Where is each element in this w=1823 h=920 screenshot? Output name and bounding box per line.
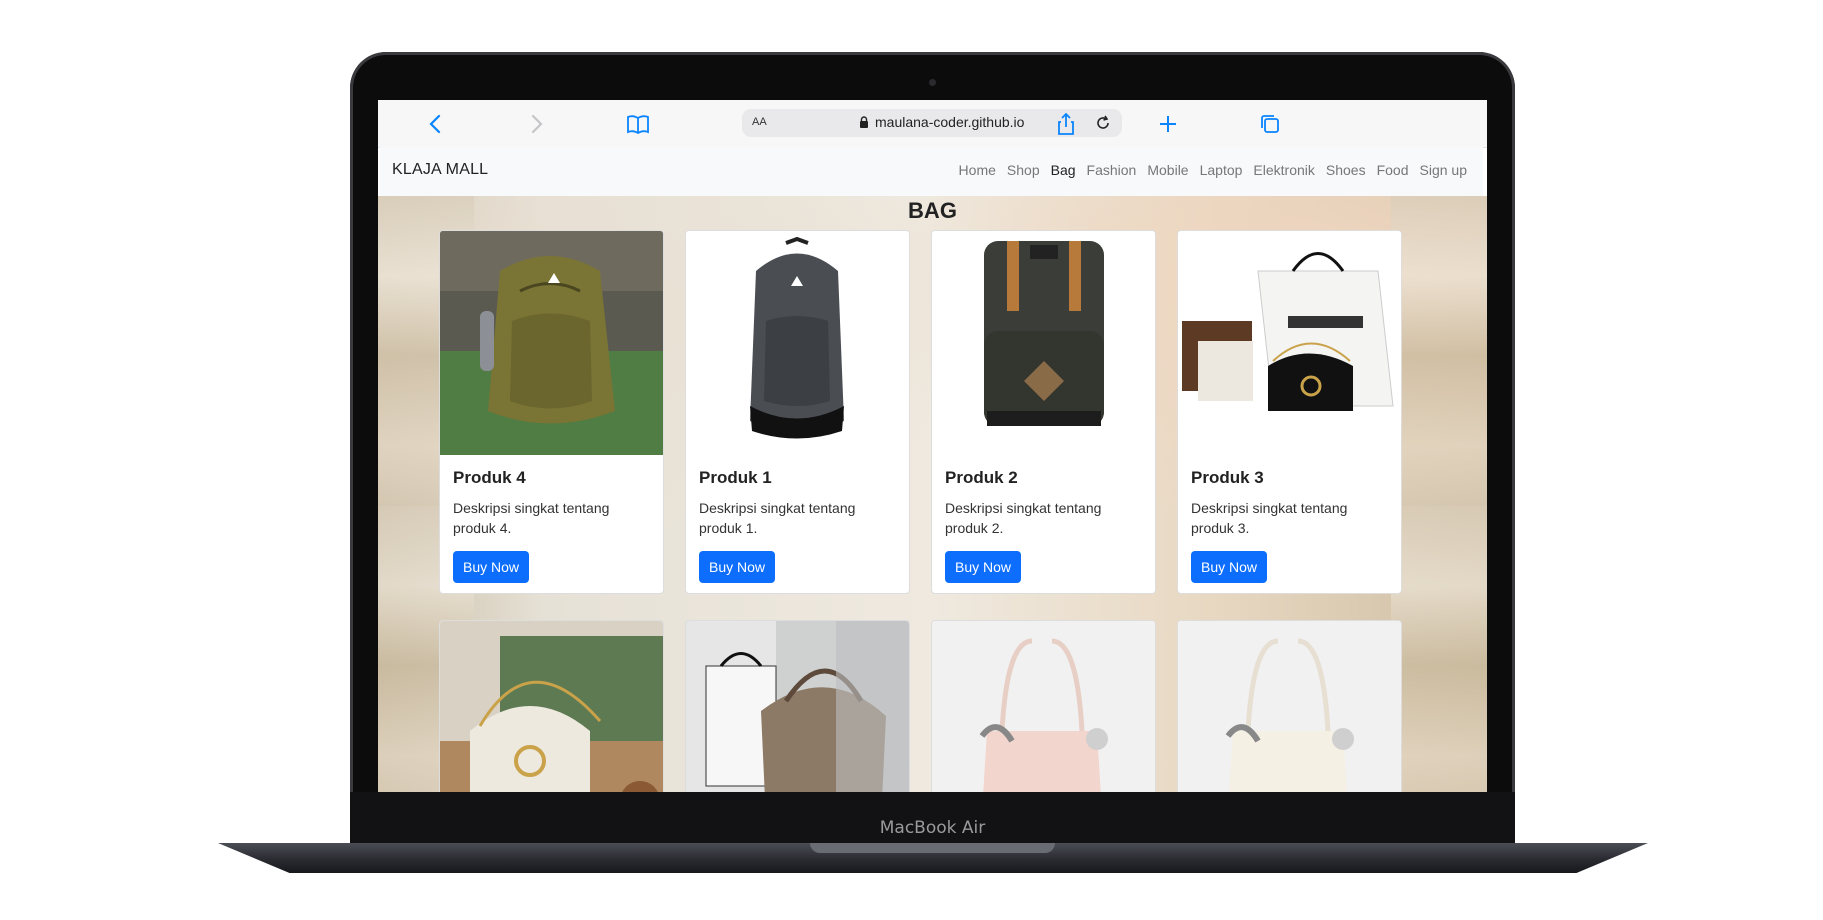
product-image: [440, 621, 663, 792]
product-title: Produk 3: [1191, 468, 1264, 487]
site-navbar: KLAJA MALL Home Shop Bag Fashion Mobile …: [380, 147, 1483, 197]
back-icon[interactable]: [423, 111, 449, 137]
lock-icon: [860, 116, 868, 128]
product-description: Deskripsi singkat tentang produk 3.: [1191, 500, 1348, 536]
nav-shop[interactable]: Shop: [1007, 162, 1040, 178]
product-image: [932, 231, 1155, 455]
nav-fashion[interactable]: Fashion: [1087, 162, 1137, 178]
safari-toolbar: AA maulana-coder.github.io: [378, 100, 1487, 148]
reload-icon[interactable]: [1094, 114, 1112, 132]
page-content: BAG Produk 4 Deskripsi singkat tentang p…: [378, 196, 1487, 792]
product-card: Produk 1 Deskripsi singkat tentang produ…: [685, 230, 910, 594]
product-title: Produk 1: [699, 468, 772, 487]
webcam: [929, 79, 936, 86]
page-title: BAG: [908, 198, 957, 223]
bookmarks-icon[interactable]: [625, 111, 651, 137]
nav-mobile[interactable]: Mobile: [1147, 162, 1188, 178]
nav-shoes[interactable]: Shoes: [1326, 162, 1366, 178]
url-text[interactable]: maulana-coder.github.io: [875, 114, 1024, 130]
product-card: [1177, 620, 1402, 792]
buy-now-button[interactable]: Buy Now: [1191, 551, 1267, 583]
product-title: Produk 2: [945, 468, 1018, 487]
product-card: Produk 4 Deskripsi singkat tentang produ…: [439, 230, 664, 594]
nav-elektronik[interactable]: Elektronik: [1253, 162, 1314, 178]
buy-now-button[interactable]: Buy Now: [453, 551, 529, 583]
tabs-overview-icon[interactable]: [1257, 111, 1283, 137]
buy-now-button[interactable]: Buy Now: [699, 551, 775, 583]
new-tab-icon[interactable]: [1155, 111, 1181, 137]
product-title: Produk 4: [453, 468, 526, 487]
nav-home[interactable]: Home: [959, 162, 996, 178]
product-card: Produk 3 Deskripsi singkat tentang produ…: [1177, 230, 1402, 594]
screen: AA maulana-coder.github.io KLAJA MALL Ho…: [378, 100, 1487, 792]
product-image: [686, 231, 909, 455]
product-card: Produk 2 Deskripsi singkat tentang produ…: [931, 230, 1156, 594]
product-card: [685, 620, 910, 792]
forward-icon[interactable]: [523, 111, 549, 137]
product-image: [1178, 621, 1401, 792]
text-size-button[interactable]: AA: [752, 116, 767, 128]
nav-laptop[interactable]: Laptop: [1200, 162, 1243, 178]
product-image: [686, 621, 909, 792]
hinge-notch: [810, 843, 1055, 853]
nav-links: Home Shop Bag Fashion Mobile Laptop Elek…: [959, 162, 1467, 178]
share-icon[interactable]: [1053, 111, 1079, 137]
product-description: Deskripsi singkat tentang produk 1.: [699, 500, 856, 536]
product-card: [931, 620, 1156, 792]
product-image: [932, 621, 1155, 792]
product-image: [440, 231, 663, 455]
product-image: [1178, 231, 1401, 455]
device-model-label: MacBook Air: [879, 818, 986, 838]
site-brand[interactable]: KLAJA MALL: [392, 161, 488, 179]
buy-now-button[interactable]: Buy Now: [945, 551, 1021, 583]
nav-food[interactable]: Food: [1377, 162, 1409, 178]
product-description: Deskripsi singkat tentang produk 2.: [945, 500, 1102, 536]
nav-bag[interactable]: Bag: [1051, 162, 1076, 178]
product-description: Deskripsi singkat tentang produk 4.: [453, 500, 610, 536]
background-image: [1391, 196, 1487, 792]
nav-signup[interactable]: Sign up: [1420, 162, 1467, 178]
product-card: [439, 620, 664, 792]
